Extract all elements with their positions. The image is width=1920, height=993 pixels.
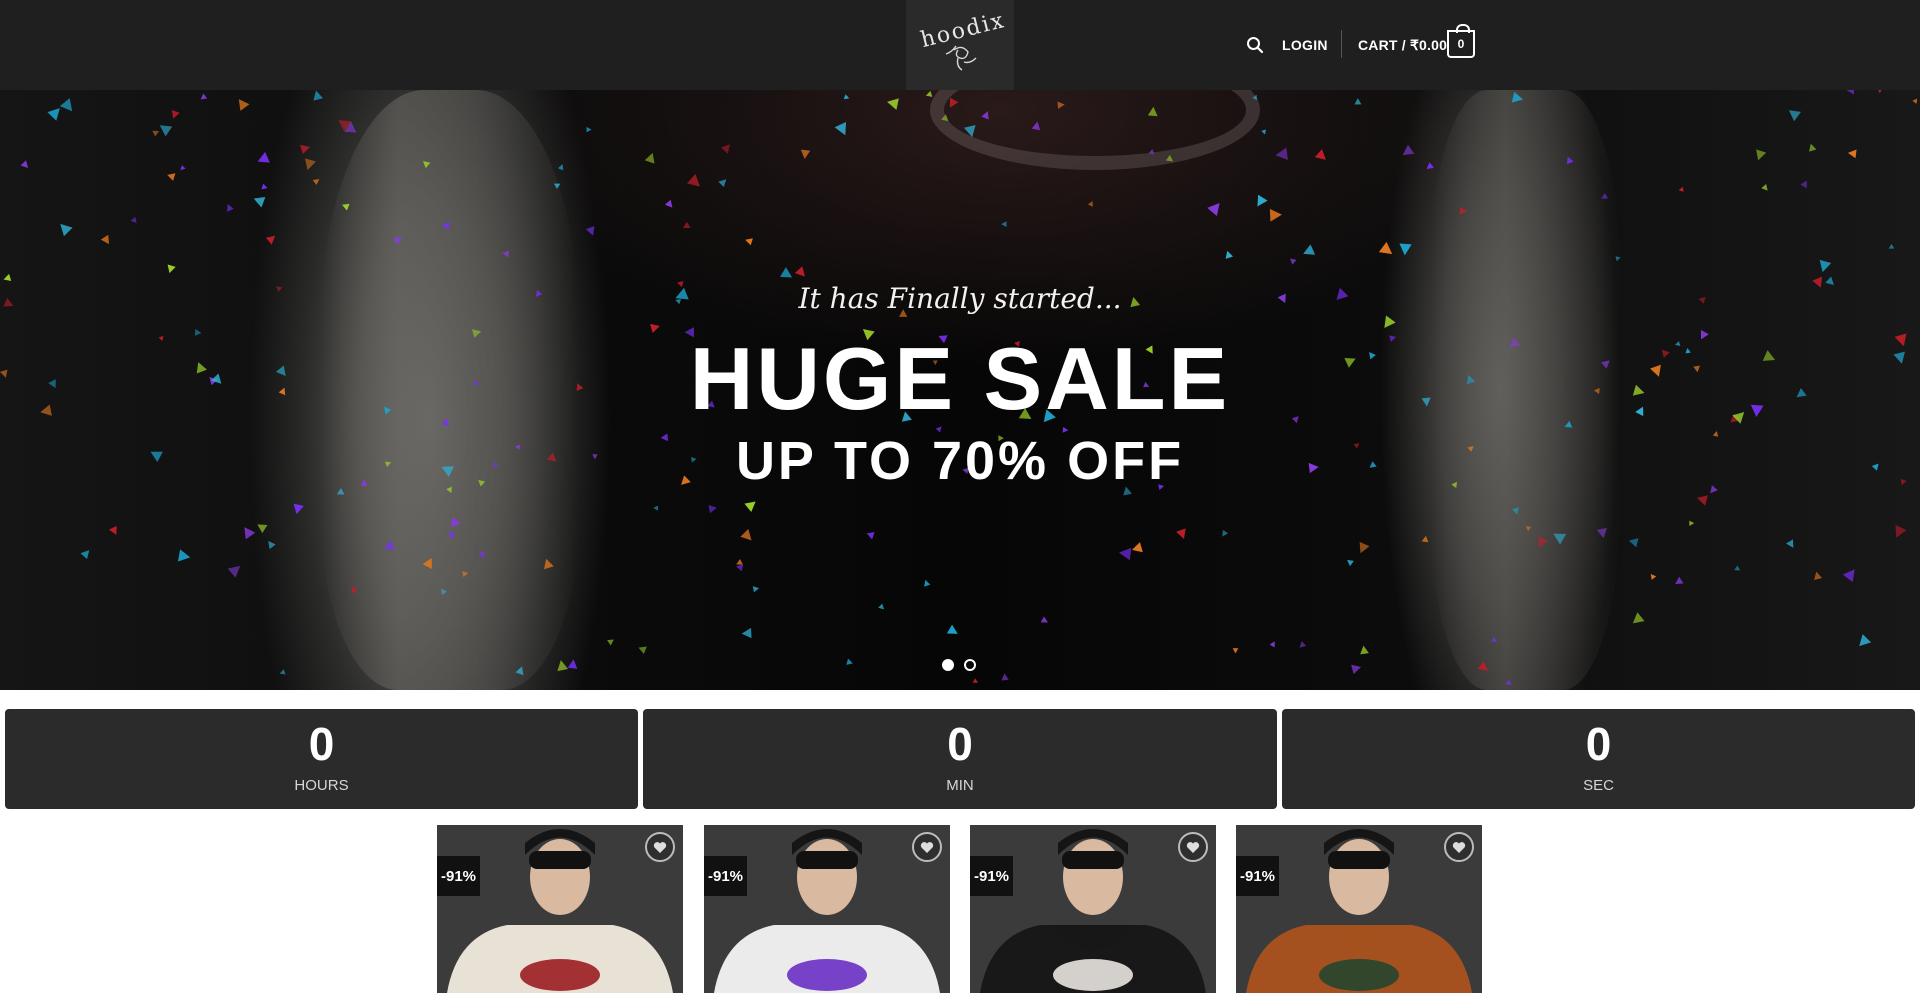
countdown-hours-value: 0 (308, 718, 335, 770)
slider-dot-1[interactable] (942, 659, 954, 671)
heart-icon (653, 841, 667, 853)
countdown-hours: 0 HOURS (5, 709, 638, 809)
heart-icon (1186, 841, 1200, 853)
countdown-minutes-value: 0 (947, 718, 973, 770)
sale-badge: -91% (1236, 856, 1280, 896)
hero-subtitle: UP TO 70% OFF (735, 431, 1185, 491)
product-card[interactable]: -91% (704, 825, 950, 993)
login-link[interactable]: LOGIN (1282, 28, 1328, 62)
wishlist-button[interactable] (645, 832, 675, 862)
countdown-seconds-value: 0 (1585, 718, 1612, 770)
countdown-seconds: 0 SEC (1282, 709, 1915, 809)
countdown-minutes: 0 MIN (643, 709, 1277, 809)
product-card[interactable]: -91% (1236, 825, 1482, 993)
countdown-minutes-label: MIN (946, 777, 974, 794)
search-icon (1247, 37, 1264, 54)
site-logo[interactable]: hoodix (906, 0, 1014, 90)
slider-dots (942, 659, 976, 671)
sale-badge: -91% (437, 856, 481, 896)
nav-divider (1341, 30, 1342, 58)
search-button[interactable] (1244, 28, 1266, 62)
countdown-seconds-label: SEC (1583, 777, 1614, 794)
heart-icon (920, 841, 934, 853)
product-card[interactable]: -91% (970, 825, 1216, 993)
hero-slider: It has Finally started... HUGE SALE UP T… (0, 90, 1920, 690)
product-card[interactable]: -91% (437, 825, 683, 993)
wishlist-button[interactable] (1178, 832, 1208, 862)
cart-count-badge[interactable]: 0 (1447, 24, 1475, 58)
hero-tagline: It has Finally started... (798, 282, 1122, 315)
slider-dot-2[interactable] (964, 659, 976, 671)
heart-icon (1452, 841, 1466, 853)
cart-link[interactable]: CART / ₹0.00 (1358, 28, 1447, 62)
hero-text: It has Finally started... HUGE SALE UP T… (0, 90, 1920, 690)
wishlist-button[interactable] (1444, 832, 1474, 862)
site-header: hoodix LOGIN CART / ₹0.00 0 (0, 0, 1920, 90)
sale-badge: -91% (704, 856, 748, 896)
countdown-hours-label: HOURS (294, 777, 349, 794)
sale-badge: -91% (970, 856, 1014, 896)
hero-title: HUGE SALE (689, 329, 1231, 428)
wishlist-button[interactable] (912, 832, 942, 862)
